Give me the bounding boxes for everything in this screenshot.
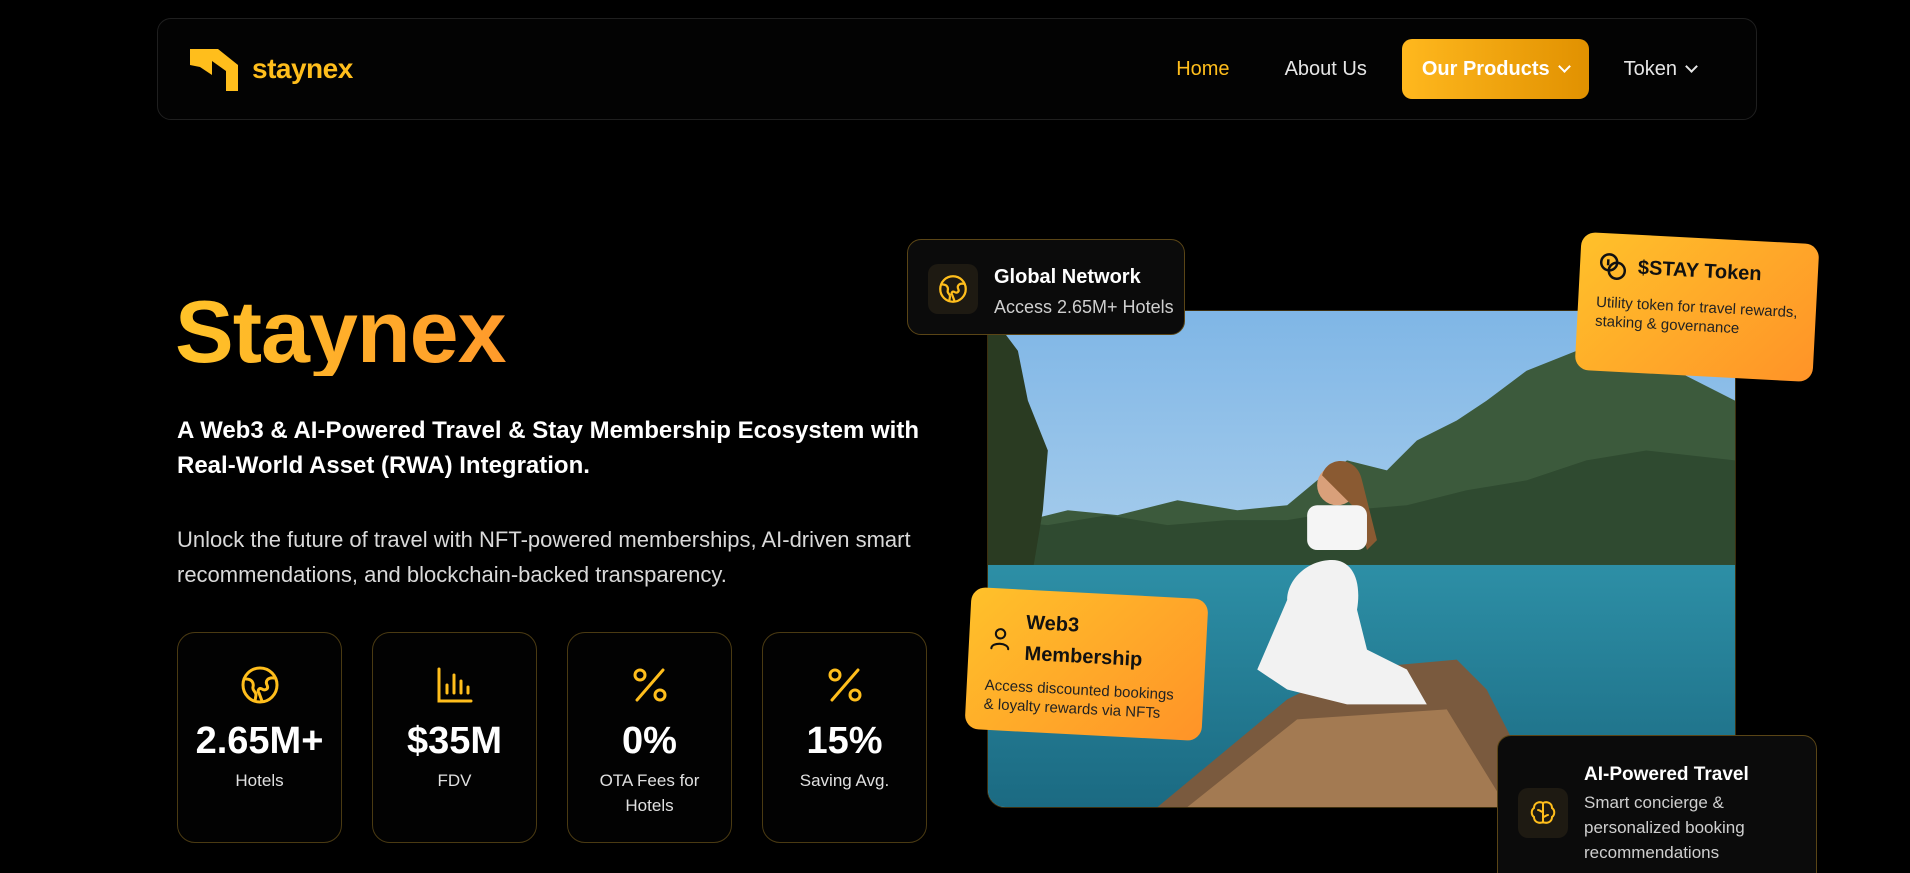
brain-icon: [1530, 801, 1556, 824]
global-network-card: Global Network Access 2.65M+ Hotels: [907, 239, 1185, 335]
stat-card-saving: 15% Saving Avg.: [762, 632, 927, 843]
stat-value: 15%: [806, 720, 883, 762]
top-navbar: staynex Home About Us Our Products Token: [157, 18, 1757, 120]
bar-chart-icon: [437, 667, 472, 703]
stat-value: 0%: [622, 720, 677, 762]
stat-value: $35M: [406, 720, 503, 762]
user-icon: [990, 628, 1010, 651]
card-text: Smart concierge & personalized booking r…: [1584, 793, 1745, 862]
card-text: Utility token for travel rewards, stakin…: [1594, 293, 1799, 338]
hero-subtitle: A Web3 & AI-Powered Travel & Stay Member…: [177, 417, 919, 479]
stat-label: Hotels: [235, 771, 284, 790]
globe-icon: [939, 275, 967, 303]
card-text: Access 2.65M+ Hotels: [994, 297, 1174, 317]
hero-title: Staynex: [175, 282, 507, 381]
card-title: AI-Powered Travel: [1584, 764, 1749, 785]
hero-description: Unlock the future of travel with NFT-pow…: [177, 527, 911, 587]
stat-label: FDV: [437, 771, 472, 790]
card-icon-box: [928, 264, 978, 314]
nav-token[interactable]: Token: [1604, 39, 1716, 99]
chevron-down-icon: [1685, 60, 1698, 73]
card-title: Web3 Membership: [1024, 611, 1143, 671]
stat-label: Saving Avg.: [799, 771, 890, 790]
ai-powered-travel-card: AI-Powered Travel Smart concierge & pers…: [1497, 735, 1817, 873]
web3-membership-card: Web3 Membership Access discounted bookin…: [964, 586, 1209, 742]
card-icon-box: [1518, 788, 1568, 838]
nav-about-us[interactable]: About Us: [1265, 39, 1387, 99]
brand-name: staynex: [252, 53, 353, 84]
stay-token-card: $STAY Token Utility token for travel rew…: [1574, 231, 1820, 383]
globe-icon: [241, 666, 278, 704]
stat-value: 2.65M+: [195, 720, 324, 762]
logo-icon: [190, 49, 238, 91]
stat-card-hotels: 2.65M+ Hotels: [177, 632, 342, 843]
nav-home[interactable]: Home: [1156, 39, 1249, 99]
card-title: $STAY Token: [1637, 256, 1763, 285]
stat-card-fdv: $35M FDV: [372, 632, 537, 843]
card-text: Access discounted bookings & loyalty rew…: [983, 676, 1175, 722]
stat-card-ota-fees: 0% OTA Fees for Hotels: [567, 632, 732, 843]
stat-label: OTA Fees for Hotels: [599, 771, 700, 815]
chevron-down-icon: [1557, 60, 1571, 73]
percent-icon: [633, 668, 666, 702]
main-nav: Home About Us Our Products Token: [1141, 39, 1716, 99]
stats-row: 2.65M+ Hotels $35M FDV 0% OTA Fees for H…: [177, 632, 927, 843]
percent-icon: [828, 668, 861, 702]
card-title: Global Network: [994, 266, 1141, 288]
brand-logo[interactable]: staynex: [188, 43, 353, 95]
nav-our-products-button[interactable]: Our Products: [1401, 39, 1589, 99]
coins-icon: [1599, 253, 1627, 281]
